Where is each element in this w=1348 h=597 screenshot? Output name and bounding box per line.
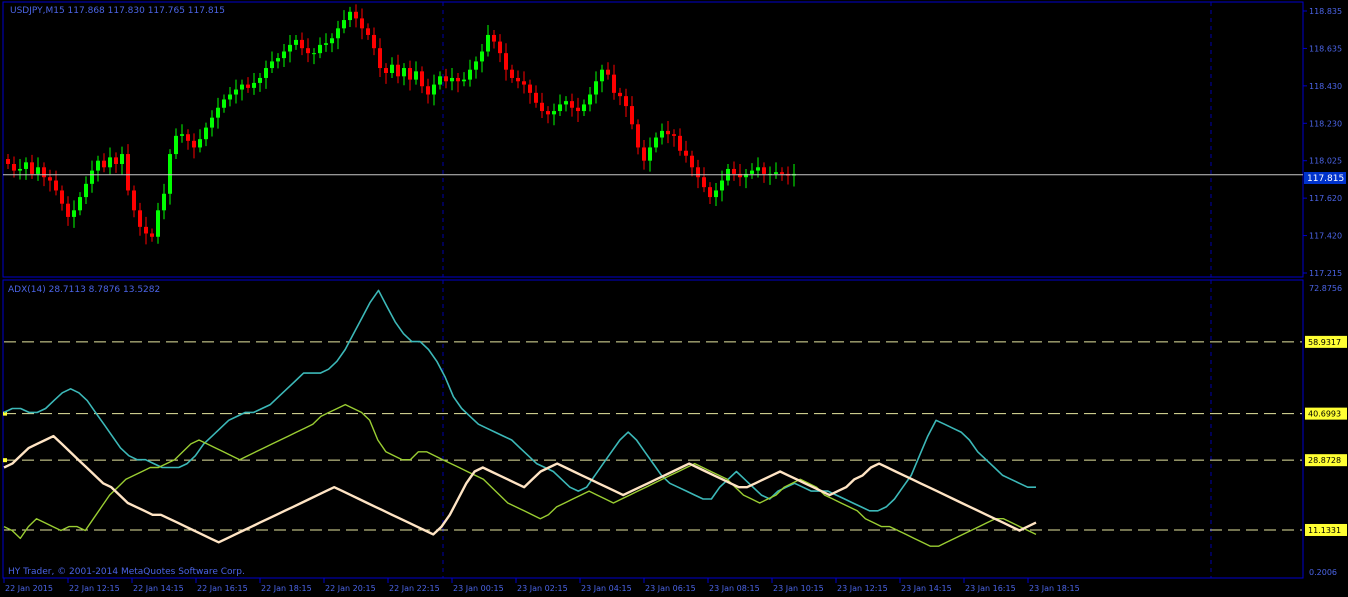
level-badge: 58.9317 — [1305, 335, 1347, 348]
chart-header: USDJPY,M15 117.868 117.830 117.765 117.8… — [10, 6, 225, 16]
level-label: 11.1331 — [1308, 526, 1341, 535]
level-label: 58.9317 — [1308, 338, 1341, 347]
time-axis-label: 22 Jan 14:15 — [133, 584, 184, 593]
time-axis-label: 23 Jan 02:15 — [517, 584, 568, 593]
current-price-badge: 117.815 — [1304, 172, 1346, 184]
time-axis-label: 22 Jan 18:15 — [261, 584, 312, 593]
price-axis-label: 117.215 — [1309, 269, 1342, 278]
price-axis-label: 118.635 — [1309, 44, 1342, 53]
time-axis-label: 23 Jan 06:15 — [645, 584, 696, 593]
price-axis-label: 118.230 — [1309, 119, 1342, 128]
time-axis-label: 23 Jan 10:15 — [773, 584, 824, 593]
time-axis-label: 23 Jan 08:15 — [709, 584, 760, 593]
level-label: 28.8728 — [1308, 456, 1341, 465]
price-axis-label: 118.430 — [1309, 82, 1342, 91]
time-axis-label: 23 Jan 14:15 — [901, 584, 952, 593]
current-price-label: 117.815 — [1307, 174, 1344, 184]
level-badge: 28.8728 — [1305, 454, 1347, 467]
chart-background — [0, 0, 1348, 597]
time-axis-label: 22 Jan 20:15 — [325, 584, 376, 593]
level-marker — [3, 458, 7, 463]
time-axis-label: 22 Jan 22:15 — [389, 584, 440, 593]
level-label: 40.6993 — [1308, 410, 1341, 419]
time-axis-label: 22 Jan 2015 — [5, 584, 53, 593]
time-axis-label: 22 Jan 12:15 — [69, 584, 120, 593]
time-axis-label: 23 Jan 12:15 — [837, 584, 888, 593]
price-axis-label: 118.835 — [1309, 7, 1342, 16]
time-axis-label: 23 Jan 00:15 — [453, 584, 504, 593]
level-badge: 40.6993 — [1305, 407, 1347, 420]
price-axis-label: 117.620 — [1309, 194, 1342, 203]
time-axis-label: 23 Jan 04:15 — [581, 584, 632, 593]
price-axis-label: 117.420 — [1309, 232, 1342, 241]
time-axis-label: 23 Jan 18:15 — [1029, 584, 1080, 593]
indicator-header: ADX(14) 28.7113 8.7876 13.5282 — [8, 285, 160, 295]
time-axis-label: 22 Jan 16:15 — [197, 584, 248, 593]
copyright-text: HY Trader, © 2001-2014 MetaQuotes Softwa… — [8, 567, 245, 577]
trading-chart-window[interactable]: USDJPY,M15 117.868 117.830 117.765 117.8… — [0, 0, 1348, 597]
indicator-axis-max: 72.8756 — [1309, 284, 1342, 293]
indicator-axis-min: 0.2006 — [1309, 568, 1337, 577]
price-axis-label: 118.025 — [1309, 157, 1342, 166]
time-axis-label: 23 Jan 16:15 — [965, 584, 1016, 593]
level-badge: 11.1331 — [1305, 523, 1347, 536]
